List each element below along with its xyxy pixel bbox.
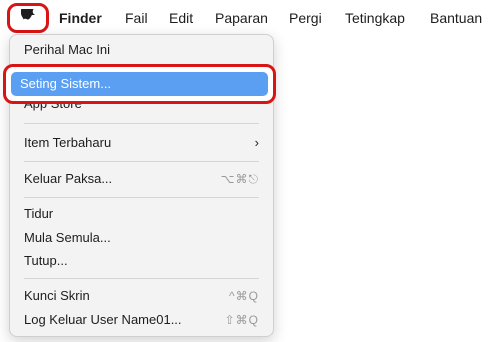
menu-item-force-quit[interactable]: Keluar Paksa... ⌥⌘⎋	[10, 168, 273, 190]
menu-item-label: Seting Sistem...	[20, 76, 112, 91]
menu-item-shut-down[interactable]: Tutup...	[10, 250, 273, 272]
menu-item-label: Kunci Skrin	[24, 288, 90, 303]
menubar-finder[interactable]: Finder	[59, 0, 102, 36]
menu-item-app-store[interactable]: App Store	[10, 104, 273, 114]
menu-item-lock-screen[interactable]: Kunci Skrin ^⌘Q	[10, 285, 273, 307]
menu-bar: Finder Fail Edit Paparan Pergi Tetingkap…	[0, 0, 500, 36]
menu-item-label: Mula Semula...	[24, 230, 111, 245]
menu-item-label: Tutup...	[24, 253, 68, 268]
menu-separator	[24, 278, 259, 279]
menu-item-log-out[interactable]: Log Keluar User Name01... ⇧⌘Q	[10, 309, 273, 331]
menu-item-restart[interactable]: Mula Semula...	[10, 227, 273, 249]
apple-menu-button[interactable]	[7, 3, 49, 33]
annotation-highlight-box: Seting Sistem...	[3, 64, 276, 104]
menu-item-system-settings[interactable]: Seting Sistem...	[11, 72, 268, 96]
menu-item-label: Perihal Mac Ini	[24, 42, 110, 57]
chevron-right-icon: ›	[254, 135, 259, 150]
menu-separator	[24, 123, 259, 124]
menubar-paparan[interactable]: Paparan	[215, 0, 268, 36]
menu-item-label: Item Terbaharu	[24, 135, 112, 150]
menu-item-label: App Store	[24, 104, 82, 114]
menu-item-about-mac[interactable]: Perihal Mac Ini	[10, 39, 273, 61]
menubar-fail[interactable]: Fail	[125, 0, 148, 36]
menu-item-label: Log Keluar User Name01...	[24, 312, 182, 327]
shortcut-label: ⌥⌘⎋	[220, 172, 259, 186]
apple-icon	[20, 9, 35, 20]
menu-item-recent-items[interactable]: Item Terbaharu ›	[10, 132, 273, 154]
menu-separator	[24, 197, 259, 198]
menubar-tetingkap[interactable]: Tetingkap	[345, 0, 405, 36]
menu-item-label: Keluar Paksa...	[24, 171, 113, 186]
menu-item-label: Tidur	[24, 206, 54, 221]
shortcut-label: ^⌘Q	[229, 289, 259, 303]
menubar-bantuan[interactable]: Bantuan	[430, 0, 482, 36]
menu-item-sleep[interactable]: Tidur	[10, 203, 273, 225]
menubar-pergi[interactable]: Pergi	[289, 0, 322, 36]
shortcut-label: ⇧⌘Q	[224, 313, 259, 327]
menubar-edit[interactable]: Edit	[169, 0, 193, 36]
menu-separator	[24, 161, 259, 162]
